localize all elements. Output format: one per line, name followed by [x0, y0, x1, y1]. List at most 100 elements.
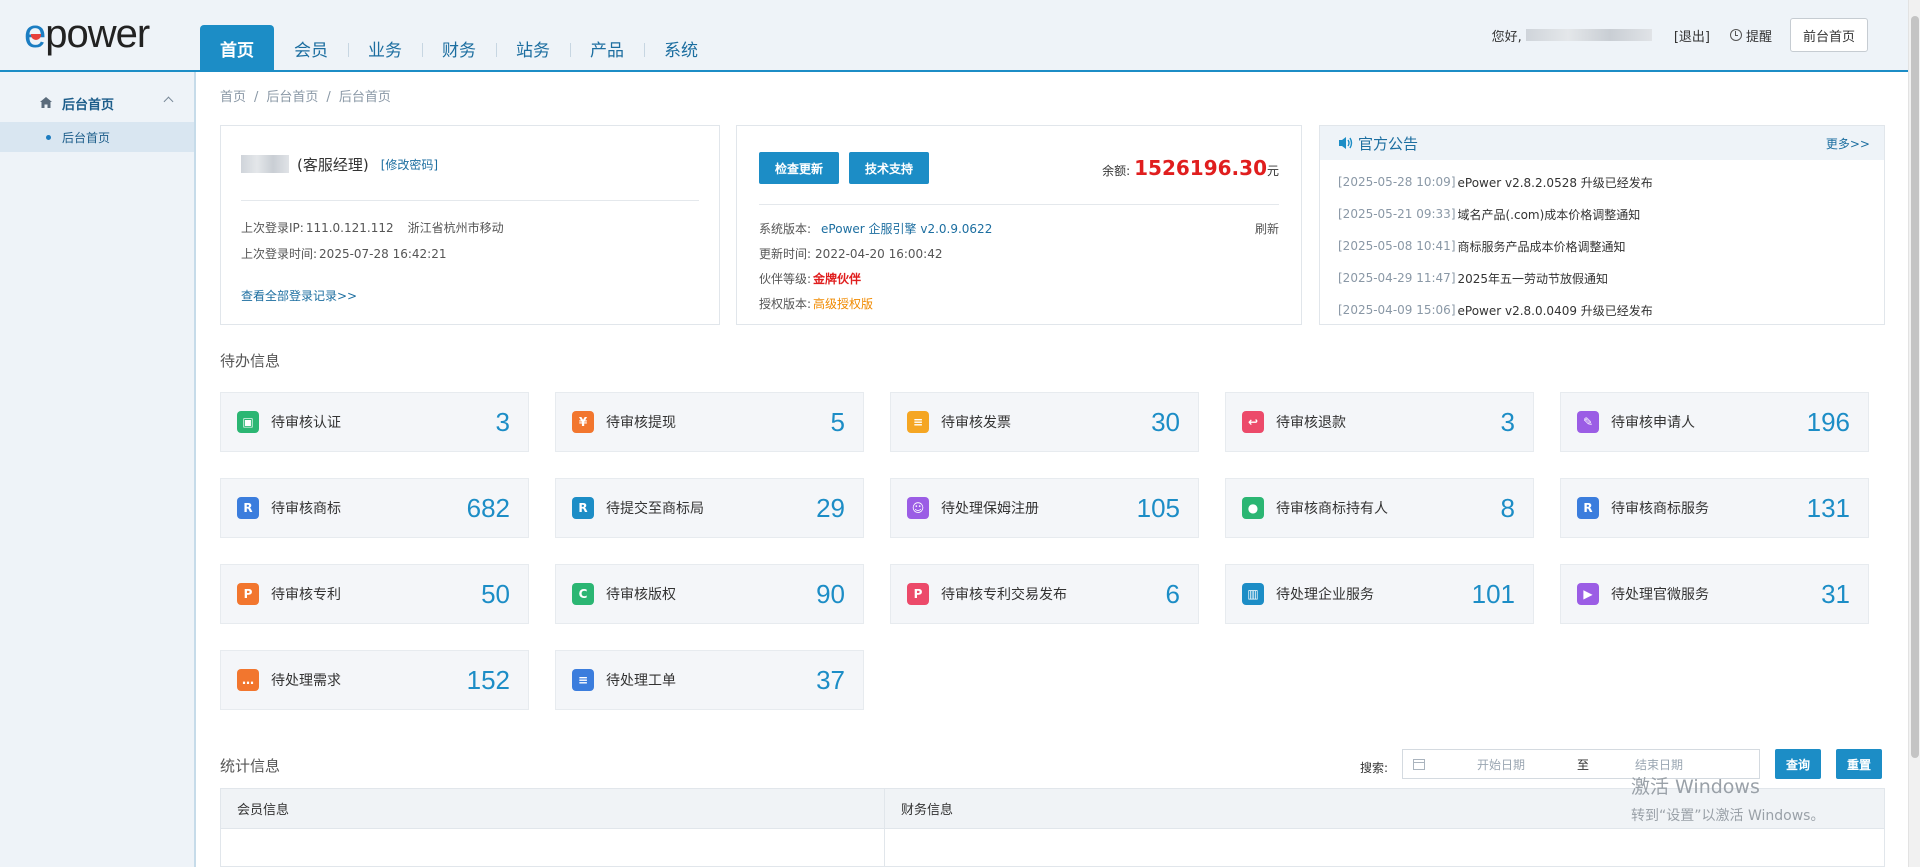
todo-card[interactable]: ≡ 待处理工单 37 [555, 650, 864, 710]
title: 2025年五一劳动节放假通知 [1457, 271, 1609, 286]
todo-label: 待审核申请人 [1611, 415, 1695, 431]
trademark-office-icon: R [572, 497, 594, 519]
nav-business[interactable]: 业务 [348, 25, 422, 72]
nav-home[interactable]: 首页 [200, 25, 274, 72]
list-item[interactable]: [2025-05-28 10:09] ePower v2.8.2.0528 升级已… [1338, 166, 1866, 198]
alarm-clock-icon [1729, 29, 1742, 41]
todo-count[interactable]: 5 [831, 407, 845, 438]
balance: 余额: 1526196.30 元 [1102, 156, 1279, 180]
change-password-link[interactable]: [修改密码] [381, 156, 438, 173]
label: 上次登录IP: [241, 221, 304, 235]
breadcrumb-item[interactable]: 后台首页 [266, 90, 318, 105]
list-item[interactable]: [2025-05-08 10:41] 商标服务产品成本价格调整通知 [1338, 230, 1866, 262]
todo-card[interactable]: R 待提交至商标局 29 [555, 478, 864, 538]
tech-support-button[interactable]: 技术支持 [849, 152, 930, 184]
home-icon [40, 97, 52, 108]
search-label: 搜索: [1359, 761, 1388, 775]
update-time: 更新时间: 2022-04-20 16:00:42 [759, 242, 1279, 267]
todo-count[interactable]: 682 [467, 493, 510, 524]
epower-logo[interactable]: e power [24, 12, 150, 56]
todo-count[interactable]: 90 [816, 579, 845, 610]
todo-card[interactable]: R 待审核商标服务 131 [1560, 478, 1869, 538]
nanny-register-icon: ☺ [907, 497, 929, 519]
todo-label: 待审核版权 [606, 587, 676, 603]
all-login-records-link[interactable]: 查看全部登录记录>> [241, 287, 699, 304]
todo-card[interactable]: … 待处理需求 152 [220, 650, 529, 710]
todo-card[interactable]: ☺ 待处理保姆注册 105 [890, 478, 1199, 538]
value: 2025-07-28 16:42:21 [319, 247, 447, 261]
todo-count[interactable]: 50 [481, 579, 510, 610]
account-panel: (客服经理) [修改密码] 上次登录IP: 111.0.121.112 浙江省杭… [220, 125, 720, 325]
nav-member[interactable]: 会员 [274, 25, 348, 72]
todo-card[interactable]: ¥ 待审核提现 5 [555, 392, 864, 452]
chevron-up-icon[interactable] [163, 96, 174, 107]
value: 111.0.121.112 [305, 221, 394, 235]
watermark-line2: 转到“设置”以激活 Windows。 [1631, 808, 1825, 824]
todo-count[interactable]: 3 [496, 407, 510, 438]
todo-card[interactable]: ▣ 待审核认证 3 [220, 392, 529, 452]
sidebar: 后台首页 后台首页 [0, 72, 196, 867]
todo-count[interactable]: 105 [1137, 493, 1180, 524]
todo-label: 待处理需求 [271, 673, 341, 689]
nav-product[interactable]: 产品 [570, 25, 644, 72]
todo-count[interactable]: 6 [1166, 579, 1180, 610]
todo-card[interactable]: ▶ 待处理官微服务 31 [1560, 564, 1869, 624]
reset-button[interactable]: 重置 [1836, 749, 1882, 779]
todo-card[interactable]: ↩ 待审核退款 3 [1225, 392, 1534, 452]
todo-count[interactable]: 29 [816, 493, 845, 524]
member-info-column: 会员信息 [221, 789, 885, 866]
nav-finance[interactable]: 财务 [422, 25, 496, 72]
todo-count[interactable]: 131 [1807, 493, 1850, 524]
list-item[interactable]: [2025-04-09 15:06] ePower v2.8.0.0409 升级已… [1338, 294, 1866, 326]
todo-count[interactable]: 3 [1501, 407, 1515, 438]
todo-card[interactable]: ● 待审核商标持有人 8 [1225, 478, 1534, 538]
todo-count[interactable]: 37 [816, 665, 845, 696]
page-scrollbar[interactable] [1908, 0, 1920, 867]
todo-label: 待审核退款 [1276, 415, 1346, 431]
todo-count[interactable]: 101 [1472, 579, 1515, 610]
label: 余额: [1102, 164, 1131, 178]
remind-link[interactable]: 提醒 [1729, 26, 1772, 45]
nav-system[interactable]: 系统 [644, 25, 718, 72]
calendar-icon [1413, 758, 1425, 770]
divider [759, 204, 1279, 205]
start-date-input[interactable]: 开始日期 [1477, 756, 1525, 773]
todo-label: 待处理保姆注册 [941, 501, 1039, 517]
patent-p-icon: P [237, 583, 259, 605]
sidebar-item-dashboard[interactable]: 后台首页 [0, 122, 194, 152]
todo-card[interactable]: ≡ 待审核发票 30 [890, 392, 1199, 452]
official-wechat-icon: ▶ [1577, 583, 1599, 605]
version-link[interactable]: ePower 企服引擎 v2.0.9.0622 [821, 217, 992, 242]
todo-count[interactable]: 196 [1807, 407, 1850, 438]
front-home-button[interactable]: 前台首页 [1789, 18, 1868, 52]
todo-label: 待审核商标服务 [1611, 501, 1709, 517]
todo-count[interactable]: 152 [467, 665, 510, 696]
todo-count[interactable]: 30 [1151, 407, 1180, 438]
todo-count[interactable]: 8 [1501, 493, 1515, 524]
breadcrumb-item[interactable]: 首页 [220, 90, 246, 105]
list-item[interactable]: [2025-05-21 09:33] 域名产品(.com)成本价格调整通知 [1338, 198, 1866, 230]
todo-card[interactable]: P 待审核专利 50 [220, 564, 529, 624]
end-date-input[interactable]: 结束日期 [1635, 756, 1683, 773]
list-item[interactable]: [2025-04-29 11:47] 2025年五一劳动节放假通知 [1338, 262, 1866, 294]
account-role: (客服经理) [297, 155, 369, 174]
todo-card[interactable]: C 待审核版权 90 [555, 564, 864, 624]
refresh-link[interactable]: 刷新 [1255, 217, 1279, 242]
check-update-button[interactable]: 检查更新 [759, 152, 840, 184]
scrollbar-thumb[interactable] [1911, 16, 1919, 758]
remind-label: 提醒 [1745, 29, 1772, 45]
date: [2025-05-28 10:09] [1338, 175, 1456, 189]
announcement-panel: 官方公告 更多>> [2025-05-28 10:09] ePower v2.8.… [1319, 125, 1885, 325]
todo-card[interactable]: ✎ 待审核申请人 196 [1560, 392, 1869, 452]
nav-station[interactable]: 站务 [496, 25, 570, 72]
todo-card[interactable]: ▥ 待处理企业服务 101 [1225, 564, 1534, 624]
logout-link[interactable]: [退出] [1674, 26, 1710, 45]
divider [241, 200, 699, 201]
todo-count[interactable]: 31 [1821, 579, 1850, 610]
todo-card[interactable]: R 待审核商标 682 [220, 478, 529, 538]
value: 浙江省杭州市移动 [407, 221, 504, 235]
todo-card[interactable]: P 待审核专利交易发布 6 [890, 564, 1199, 624]
more-link[interactable]: 更多>> [1826, 135, 1870, 152]
sidebar-group-dashboard[interactable]: 后台首页 [0, 86, 194, 120]
main-nav: 首页 会员 业务 财务 站务 产品 系统 [200, 25, 718, 72]
